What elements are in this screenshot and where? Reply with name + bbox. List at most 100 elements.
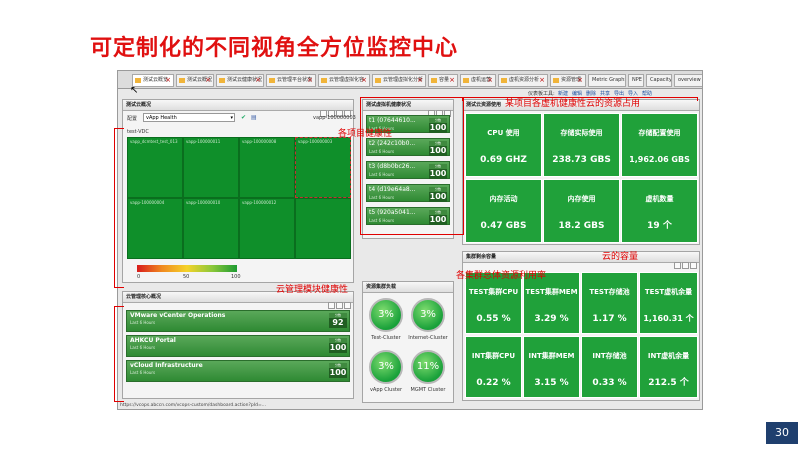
vm-count-tile: 虚机数量 19 个 <box>621 179 698 243</box>
annotation-cloud-mgmt: 云管理模块健康性 <box>276 285 349 295</box>
mouse-cursor-icon: ↖ <box>130 85 139 96</box>
tile-label: INT存储池 <box>592 352 627 360</box>
cluster-gauge[interactable]: 11% <box>411 350 445 384</box>
memory-usage-tile: 内存使用 18.2 GBS <box>543 179 620 243</box>
slide: 可定制化的不同视角全方位监控中心 测试云概览 测试云概况 测试云健康状况 云管理… <box>0 0 800 450</box>
collapse-icon[interactable] <box>674 262 681 269</box>
cloud-mgmt-panel: 云管理核心概况 VMware vCenter Operations Last 6 … <box>122 291 354 399</box>
panel-controls <box>327 294 351 309</box>
tile-label: CPU 使用 <box>487 129 520 137</box>
cell-label: vapp-100000010 <box>186 200 221 205</box>
test-vm-remaining-tile: TEST虚机余量 1,160.31 个 <box>639 272 698 334</box>
tab-metric-graphs[interactable]: Metric Graphs <box>588 74 626 87</box>
cell-label: vapp-100000004 <box>130 200 165 205</box>
mgmt-score: 分数 92 <box>329 313 347 328</box>
cluster-gauge[interactable]: 3% <box>369 298 403 332</box>
heatmap-cell[interactable]: vapp-100000012 <box>239 198 295 259</box>
close-icon[interactable] <box>344 302 351 309</box>
cluster-gauge[interactable]: 3% <box>411 298 445 332</box>
cluster-label: vApp Cluster <box>369 387 403 393</box>
collapse-icon[interactable] <box>328 302 335 309</box>
cluster-label: MGMT Cluster <box>410 387 446 393</box>
tab-capacity[interactable]: Capacity <box>646 74 672 87</box>
mgmt-period: Last 6 Hours <box>130 370 156 375</box>
heatmap-cell[interactable]: vapp-100000004 <box>127 198 183 259</box>
heatmap-cell[interactable]: vapp-100000011 <box>183 137 239 198</box>
tile-value: 0.33 % <box>592 378 627 388</box>
edit-icon[interactable] <box>336 302 343 309</box>
toolbar-help-link[interactable]: 帮助 <box>642 90 652 97</box>
check-icon[interactable]: ✔ <box>241 114 246 121</box>
annotation-cluster-load: 各集群总体资源利用率 <box>456 271 547 281</box>
tab-bar: 测试云概览 测试云概况 测试云健康状况 云管理平台状态 云管理虚拟化容 云管理虚… <box>118 71 702 89</box>
tab-capacity-cn[interactable]: 容量 <box>428 74 458 87</box>
tab-summary[interactable]: 测试云概况 <box>176 74 214 87</box>
tile-label: TEST集群CPU <box>468 288 519 296</box>
tab-health[interactable]: 测试云健康状况 <box>216 74 264 87</box>
panel-controls <box>673 254 697 269</box>
cluster-gauge[interactable]: 3% <box>369 350 403 384</box>
mgmt-highlight-bracket <box>114 306 124 402</box>
cluster-load-panel: 资源集群负载 3% Test-Cluster 3% Internet-Clust… <box>362 281 454 403</box>
cluster-panel-title: 资源集群负载 <box>363 282 453 293</box>
heatmap-cell[interactable]: vapp-100000008 <box>239 137 295 198</box>
cluster-label: Test-Cluster <box>371 335 401 341</box>
tab-resource-mgmt[interactable]: 资源管理 <box>550 74 586 87</box>
mgmt-score: 分数 100 <box>329 338 347 353</box>
mgmt-name: VMware vCenter Operations <box>130 312 226 319</box>
test-storage-tile: TEST存储池 1.17 % <box>581 272 638 334</box>
scale-max: 100 <box>231 274 241 280</box>
heatmap-cell[interactable] <box>295 198 351 259</box>
tile-value: 3.29 % <box>534 314 569 324</box>
tile-value: 238.73 GBS <box>552 155 611 165</box>
mgmt-row[interactable]: AHKCU Portal Last 6 Hours 分数 100 <box>126 335 350 357</box>
tile-value: 18.2 GBS <box>558 221 605 231</box>
cell-label: vapp-100000008 <box>242 139 277 144</box>
slide-title: 可定制化的不同视角全方位监控中心 <box>90 36 459 61</box>
tab-virtual-analysis[interactable]: 云管理虚拟化分析 <box>372 74 426 87</box>
tile-label: 内存使用 <box>567 195 596 203</box>
tab-platform[interactable]: 云管理平台状态 <box>266 74 316 87</box>
copy-icon[interactable]: ▤ <box>251 114 257 121</box>
scale-mid: 50 <box>183 274 190 280</box>
tile-label: 内存活动 <box>489 195 518 203</box>
close-icon[interactable] <box>690 262 697 269</box>
storage-actual-tile: 存储实际使用 238.73 GBS <box>543 113 620 177</box>
tile-label: INT虚机余量 <box>647 352 690 360</box>
cell-label: vapp_dcmtest_test_013 <box>130 139 178 144</box>
mgmt-row[interactable]: VMware vCenter Operations Last 6 Hours 分数 9… <box>126 310 350 332</box>
annotation-vm-resource: 某项目各虚机健康性云的资源占用 <box>505 99 641 109</box>
test-cpu-tile: TEST集群CPU 0.55 % <box>465 272 522 334</box>
heatmap-cell[interactable]: vapp-100000010 <box>183 198 239 259</box>
config-select[interactable]: vApp Health ▾ <box>143 113 235 122</box>
tile-value: 1,962.06 GBS <box>629 155 690 164</box>
tile-label: INT集群MEM <box>528 352 575 360</box>
annotation-cloud-capacity: 云的容量 <box>602 252 639 262</box>
tab-virtual-capacity[interactable]: 云管理虚拟化容 <box>318 74 370 87</box>
tab-vm-ops[interactable]: 虚机运营 <box>460 74 496 87</box>
heatmap-cell[interactable]: vapp_dcmtest_test_013 <box>127 137 183 198</box>
cell-label: vapp-100000012 <box>242 200 277 205</box>
tile-value: 0.55 % <box>476 314 511 324</box>
tab-overview-en[interactable]: overview <box>674 74 702 87</box>
tab-npe[interactable]: NPE <box>628 74 644 87</box>
mgmt-name: AHKCU Portal <box>130 337 176 344</box>
page-number: 30 <box>766 422 798 444</box>
tile-value: 0.47 GBS <box>480 221 527 231</box>
health-color-scale <box>137 265 237 272</box>
edit-icon[interactable] <box>682 262 689 269</box>
panel-controls <box>319 102 351 117</box>
scale-min: 0 <box>137 274 141 280</box>
mgmt-row[interactable]: vCloud Infrastructure Last 6 Hours 分数 100 <box>126 360 350 382</box>
int-storage-tile: INT存储池 0.33 % <box>581 336 638 398</box>
config-select-value: vApp Health <box>146 115 177 121</box>
tile-label: 存储配置使用 <box>638 129 681 137</box>
tile-value: 1.17 % <box>592 314 627 324</box>
tile-value: 1,160.31 个 <box>643 314 694 323</box>
cluster-label: Internet-Cluster <box>408 335 448 341</box>
storage-config-tile: 存储配置使用 1,962.06 GBS <box>621 113 698 177</box>
tile-label: TEST虚机余量 <box>644 288 693 296</box>
selected-vapp: vapp-100000003 <box>313 115 356 121</box>
heatmap-panel: 测试云概况 配置 vApp Health ▾ ✔ ▤ vapp-100000003… <box>122 99 356 283</box>
tab-vm-resource[interactable]: 虚机资源分析 <box>498 74 548 87</box>
